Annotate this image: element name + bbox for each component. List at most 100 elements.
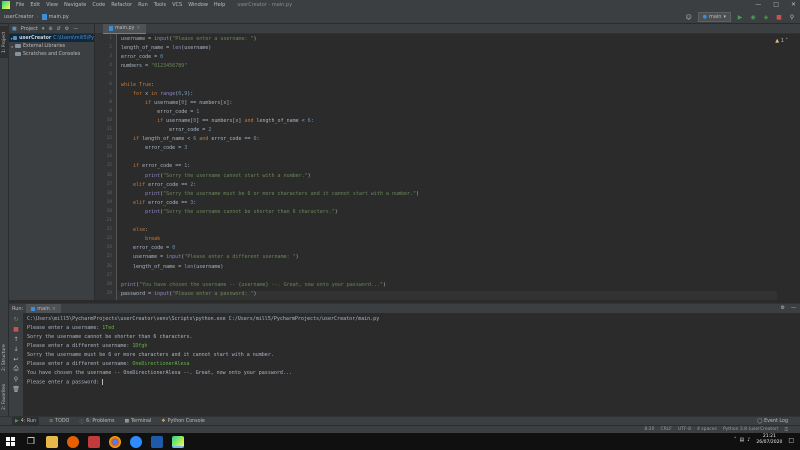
chevron-down-icon[interactable]: ▾: [42, 26, 45, 32]
coverage-icon[interactable]: ◈: [762, 13, 770, 21]
indent-setting[interactable]: 4 spaces: [697, 427, 717, 432]
inspection-widget[interactable]: ▲ 1 ˄: [775, 38, 788, 44]
menu-window[interactable]: Window: [188, 2, 208, 8]
code-token: 2: [208, 127, 212, 133]
todo-tool-window-button[interactable]: ≡ TODO: [49, 419, 69, 424]
chrome-icon[interactable]: [109, 435, 121, 448]
down-arrow-icon[interactable]: ↓: [12, 345, 20, 353]
code-token: if: [133, 163, 143, 170]
caret-position[interactable]: 8:20: [644, 427, 654, 432]
locate-icon[interactable]: ⊕: [48, 26, 52, 32]
editor-scrollbar[interactable]: [794, 34, 800, 300]
editor-tab-main[interactable]: main.py ×: [103, 24, 147, 34]
system-clock[interactable]: 21:21 26/07/2020: [756, 434, 782, 446]
file-encoding[interactable]: UTF-8: [678, 427, 691, 432]
console-text: Sorry the username cannot be shorter tha…: [27, 334, 193, 340]
network-icon[interactable]: ▤: [739, 437, 744, 443]
app-blue-icon[interactable]: [151, 435, 163, 448]
menu-view[interactable]: View: [46, 2, 58, 8]
print-icon[interactable]: ⎙: [12, 365, 20, 373]
structure-tool-tab[interactable]: 2: Structure: [0, 340, 9, 376]
console-output[interactable]: C:\Users\mill5\PycharmProjects\userCreat…: [27, 316, 787, 416]
run-icon[interactable]: ▶: [736, 13, 744, 21]
menu-tools[interactable]: Tools: [154, 2, 166, 8]
line-separator[interactable]: CRLF: [660, 427, 671, 432]
line-number: 15: [106, 163, 112, 169]
line-number: 2: [109, 45, 112, 51]
run-tab-main[interactable]: main ×: [26, 304, 61, 313]
terminal-tool-window-button[interactable]: ▩ Terminal: [124, 419, 151, 424]
problems-tool-window-button[interactable]: ⓘ 6: Problems: [79, 418, 114, 425]
code-token: while: [121, 81, 140, 88]
stop-icon[interactable]: ■: [775, 13, 783, 21]
volume-icon[interactable]: ♪: [747, 437, 750, 443]
close-tab-icon[interactable]: ×: [52, 306, 56, 312]
tree-item-external-libraries[interactable]: ▸ External Libraries: [9, 42, 94, 50]
pycharm-taskbar-icon[interactable]: [172, 435, 184, 448]
chevron-up-icon[interactable]: ˄: [734, 437, 737, 443]
lock-icon[interactable]: ⚿: [785, 427, 788, 433]
python-interpreter[interactable]: Python 3.8 (userCreator): [723, 427, 779, 432]
editor-tab-bar: main.py ×: [95, 24, 800, 34]
close-icon[interactable]: ✕: [791, 1, 796, 8]
rerun-icon[interactable]: ↻: [12, 315, 20, 323]
breadcrumb-file[interactable]: main.py: [49, 14, 69, 20]
menu-help[interactable]: Help: [214, 2, 225, 8]
menu-navigate[interactable]: Navigate: [64, 2, 86, 8]
collapse-all-icon[interactable]: ⇵: [57, 26, 61, 32]
up-arrow-icon[interactable]: ↑: [12, 335, 20, 343]
maximize-icon[interactable]: □: [773, 1, 779, 8]
pin-icon[interactable]: ⚲: [12, 375, 20, 383]
project-view-label[interactable]: Project: [21, 26, 38, 32]
favorites-tool-tab[interactable]: 2: Favorites: [0, 380, 9, 414]
windows-start-icon[interactable]: [4, 436, 16, 448]
notifications-icon[interactable]: □: [788, 437, 794, 444]
app-red-icon[interactable]: [88, 435, 100, 448]
code-editor[interactable]: 1 2 3 4 5 6 7 8 9 10 11 12 13 14 15 16 17 18 19 20 21 22 23 24 2…: [95, 34, 800, 300]
line-number: 6: [109, 81, 112, 87]
tree-item-scratches[interactable]: Scratches and Consoles: [9, 50, 94, 58]
breadcrumb-project[interactable]: userCreator: [4, 14, 34, 20]
tree-item-usercreator[interactable]: ▾ userCreator C:\Users\mill5\Py: [9, 34, 94, 42]
search-icon[interactable]: ⚲: [788, 13, 796, 21]
stop-icon[interactable]: ■: [12, 325, 20, 333]
menu-code[interactable]: Code: [92, 2, 105, 8]
hide-panel-icon[interactable]: —: [791, 305, 796, 311]
user-icon[interactable]: ☺: [685, 13, 693, 21]
chevron-up-icon[interactable]: ˄: [786, 38, 789, 44]
menu-file[interactable]: File: [16, 2, 24, 8]
tray-icons: ˄ ▤ ♪: [734, 437, 750, 443]
menu-run[interactable]: Run: [138, 2, 148, 8]
code-token: in: [151, 90, 161, 97]
wrap-icon[interactable]: ↩: [12, 355, 20, 363]
zoom-icon[interactable]: [130, 435, 142, 448]
line-number: 16: [106, 172, 112, 178]
project-tool-tab[interactable]: 1: Project: [0, 26, 9, 58]
menu-edit[interactable]: Edit: [30, 2, 40, 8]
line-number: 10: [106, 117, 112, 123]
code-token: "0123456789": [151, 63, 188, 70]
event-log-button[interactable]: ◯ Event Log: [757, 419, 788, 424]
code-token: input: [154, 36, 170, 42]
run-configuration-select[interactable]: ● main ▾: [697, 12, 731, 22]
firefox-icon[interactable]: [67, 435, 79, 448]
close-tab-icon[interactable]: ×: [136, 26, 140, 31]
task-view-icon[interactable]: ❐: [25, 436, 37, 448]
hide-icon[interactable]: —: [73, 26, 78, 32]
debug-icon[interactable]: ◉: [749, 13, 757, 21]
python-console-tool-window-button[interactable]: ❖ Python Console: [161, 419, 205, 424]
minimize-icon[interactable]: —: [755, 1, 761, 8]
project-panel-header: ■ Project ▾ ⊕ ⇵ ⚙ —: [9, 24, 94, 34]
trash-icon[interactable]: 🗑: [12, 385, 20, 393]
code-token: "Please enter a different username: ": [184, 254, 296, 261]
menu-refactor[interactable]: Refactor: [111, 2, 132, 8]
code-token: ): [295, 254, 299, 261]
windows-taskbar: ❐ ˄ ▤ ♪ 21:21 26/07/2020 □: [0, 433, 800, 450]
gear-icon[interactable]: ⚙: [781, 305, 785, 311]
code-line: password = input("Please enter a passwor…: [117, 290, 777, 300]
gear-icon[interactable]: ⚙: [65, 26, 69, 32]
menu-vcs[interactable]: VCS: [172, 2, 182, 8]
file-explorer-icon[interactable]: [46, 435, 58, 448]
code-line: print("Sorry the username must be 6 or m…: [121, 191, 419, 200]
library-icon: [15, 44, 21, 48]
